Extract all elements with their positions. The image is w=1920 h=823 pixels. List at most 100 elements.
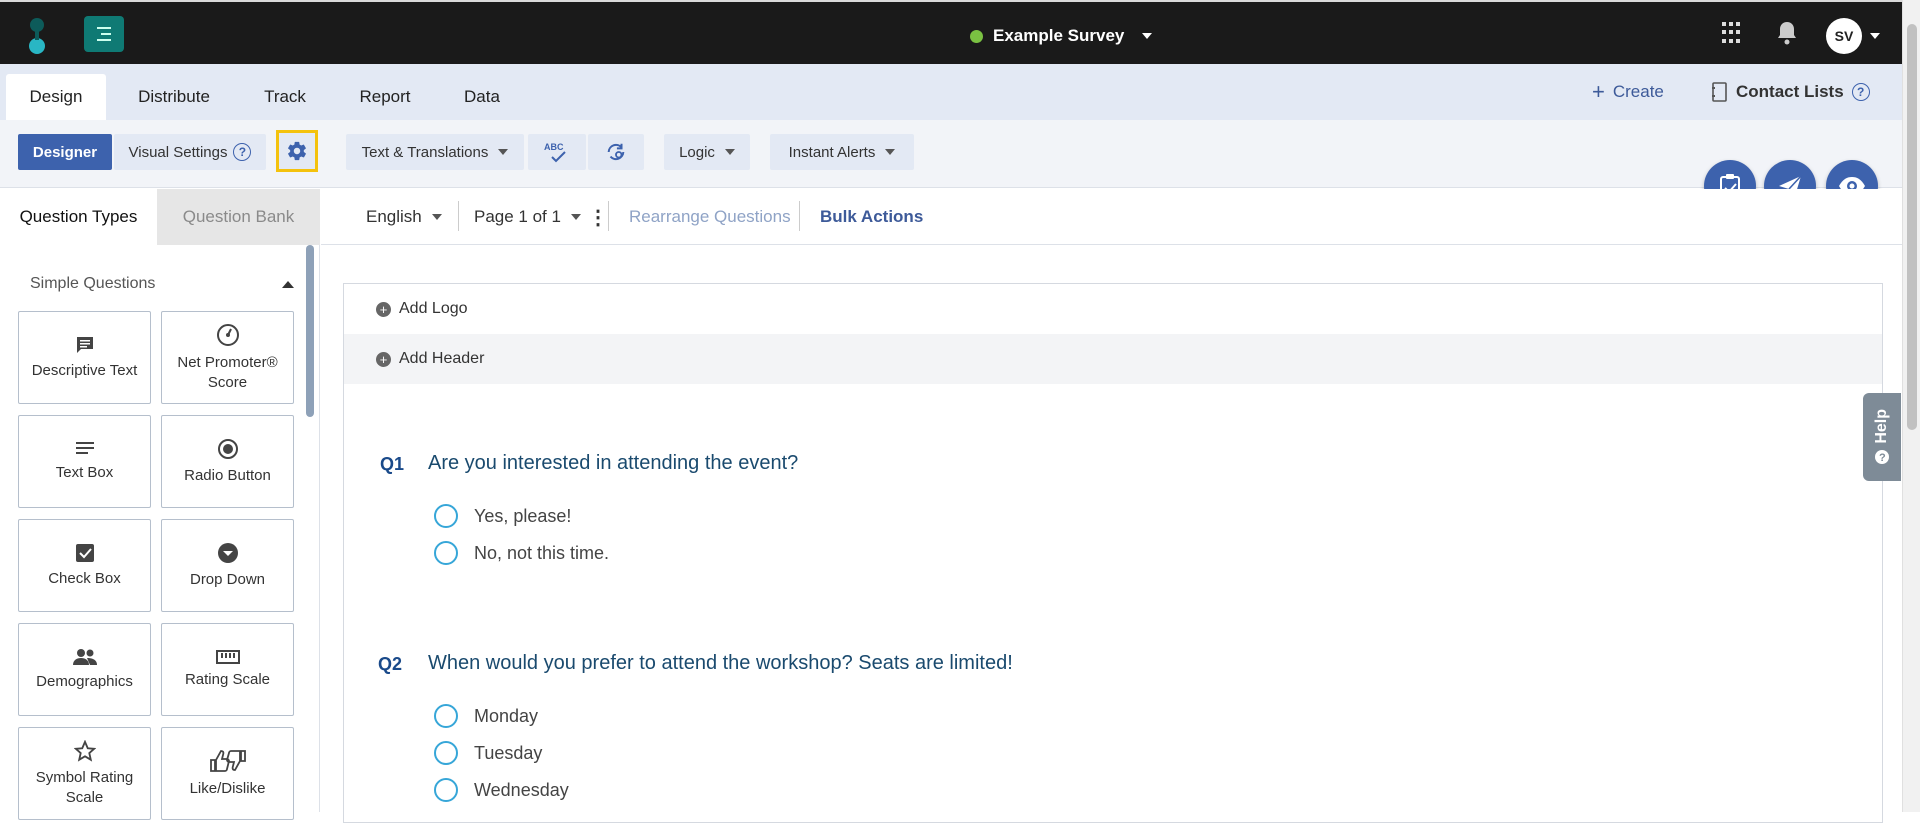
radio-circle-icon[interactable] [434,504,458,528]
add-logo-button[interactable]: + Add Logo [344,284,1882,334]
app-logo-icon[interactable] [26,16,48,56]
spellcheck-icon: ABC [544,142,566,163]
question-type-card[interactable]: Text Box [18,415,151,508]
radio-circle-icon[interactable] [434,741,458,765]
add-header-button[interactable]: + Add Header [344,334,1882,384]
panel-scrollbar[interactable] [306,245,314,417]
survey-title-dropdown[interactable]: Example Survey [970,22,1153,50]
language-label: English [366,207,422,226]
instant-alerts-dropdown[interactable]: Instant Alerts [770,134,914,170]
comment-icon [76,336,93,353]
star-icon [73,740,96,762]
question-type-card[interactable]: Descriptive Text [18,311,151,404]
gauge-icon [216,324,239,346]
option-label: Monday [474,705,539,726]
radio-circle-icon[interactable] [434,778,458,802]
card-label: Net Promoter® Score [177,354,278,391]
refresh-search-icon [607,143,625,161]
chevron-down-icon [724,149,735,155]
question-type-card[interactable]: Drop Down [161,519,294,612]
more-options-icon[interactable]: ⋮ [588,203,608,231]
chevron-down-icon [498,149,509,155]
settings-gear-button[interactable] [276,130,318,172]
spellcheck-button[interactable]: ABC [528,134,586,170]
contact-lists-button[interactable]: Contact Lists ? [1712,78,1870,106]
option-label: Wednesday [474,779,569,800]
question-type-card[interactable]: Rating Scale [161,623,294,716]
logic-label: Logic [679,143,715,161]
tab-design[interactable]: Design [6,74,106,120]
visual-settings-button[interactable]: Visual Settings ? [114,134,266,170]
add-header-label: Add Header [399,350,485,367]
designer-button[interactable]: Designer [18,134,112,170]
section-title: Simple Questions [30,275,156,292]
tab-distribute[interactable]: Distribute [124,74,224,120]
question-types-panel: Question Types Question Bank Simple Ques… [0,189,320,820]
radio-icon [217,438,238,459]
apps-grid-icon[interactable] [1722,22,1744,44]
question-type-card[interactable]: Demographics [18,623,151,716]
language-dropdown[interactable]: English [366,203,442,231]
logic-dropdown[interactable]: Logic [664,134,750,170]
bell-icon[interactable] [1775,20,1799,46]
card-label: Demographics [36,672,133,690]
answer-option[interactable]: Tuesday [434,741,542,765]
card-label: Check Box [48,569,121,587]
people-icon [72,648,97,665]
chevron-down-icon [570,214,581,220]
chevron-down-icon[interactable] [1870,33,1880,39]
card-label: Radio Button [184,466,271,484]
survey-title: Example Survey [993,26,1125,45]
visual-settings-label: Visual Settings [128,143,228,161]
answer-option[interactable]: Yes, please! [434,504,571,528]
card-label: Rating Scale [184,670,271,688]
avatar[interactable]: SV [1826,18,1862,54]
question-text[interactable]: Are you interested in attending the even… [428,452,798,475]
question-text[interactable]: When would you prefer to attend the work… [428,652,1013,675]
question-type-card[interactable]: Radio Button [161,415,294,508]
design-toolbar: Designer Visual Settings ? Text & Transl… [0,120,1902,188]
question-type-card[interactable]: Like/Dislike [161,727,294,820]
card-label: Symbol Rating Scale [35,769,134,806]
help-circle-icon[interactable]: ? [233,143,252,161]
question-type-card[interactable]: Net Promoter® Score [161,311,294,404]
text-translations-dropdown[interactable]: Text & Translations [346,134,524,170]
tab-question-types[interactable]: Question Types [0,189,157,245]
survey-menu-icon[interactable] [84,16,124,52]
question-type-card[interactable]: Check Box [18,519,151,612]
page-label: Page 1 of 1 [474,207,561,226]
card-label: Drop Down [189,570,266,588]
tab-report[interactable]: Report [344,74,426,120]
rearrange-questions-link[interactable]: Rearrange Questions [629,203,791,231]
answer-option[interactable]: Monday [434,704,538,728]
gear-icon [288,141,306,161]
question-type-card[interactable]: Symbol Rating Scale [18,727,151,820]
divider [799,201,800,231]
help-circle-icon[interactable]: ? [1851,83,1870,101]
tab-track[interactable]: Track [246,74,324,120]
answer-option[interactable]: Wednesday [434,778,569,802]
option-label: Yes, please! [474,505,572,526]
chevron-down-icon [431,214,442,220]
tab-question-bank[interactable]: Question Bank [157,189,320,245]
scrollbar-thumb[interactable] [1907,24,1917,430]
refresh-search-button[interactable] [588,134,644,170]
answer-option[interactable]: No, not this time. [434,541,609,565]
survey-canvas: + Add Logo + Add Header Q1 Are you inter… [343,283,1883,823]
collapse-icon[interactable] [282,281,294,288]
card-label: Descriptive Text [31,361,138,379]
instant-alerts-label: Instant Alerts [788,143,876,161]
page-dropdown[interactable]: Page 1 of 1 [474,203,581,231]
bulk-actions-link[interactable]: Bulk Actions [820,203,923,231]
radio-circle-icon[interactable] [434,541,458,565]
plus-circle-icon: + [376,301,391,317]
svg-text:ABC: ABC [544,142,564,152]
divider [458,201,459,231]
address-book-icon [1712,82,1727,102]
create-button[interactable]: + Create [1592,78,1664,106]
thumbs-icon [209,749,246,772]
tab-data[interactable]: Data [446,74,518,120]
radio-circle-icon[interactable] [434,704,458,728]
help-tab[interactable]: Help ? [1863,393,1901,481]
page-scrollbar[interactable] [1902,0,1920,812]
